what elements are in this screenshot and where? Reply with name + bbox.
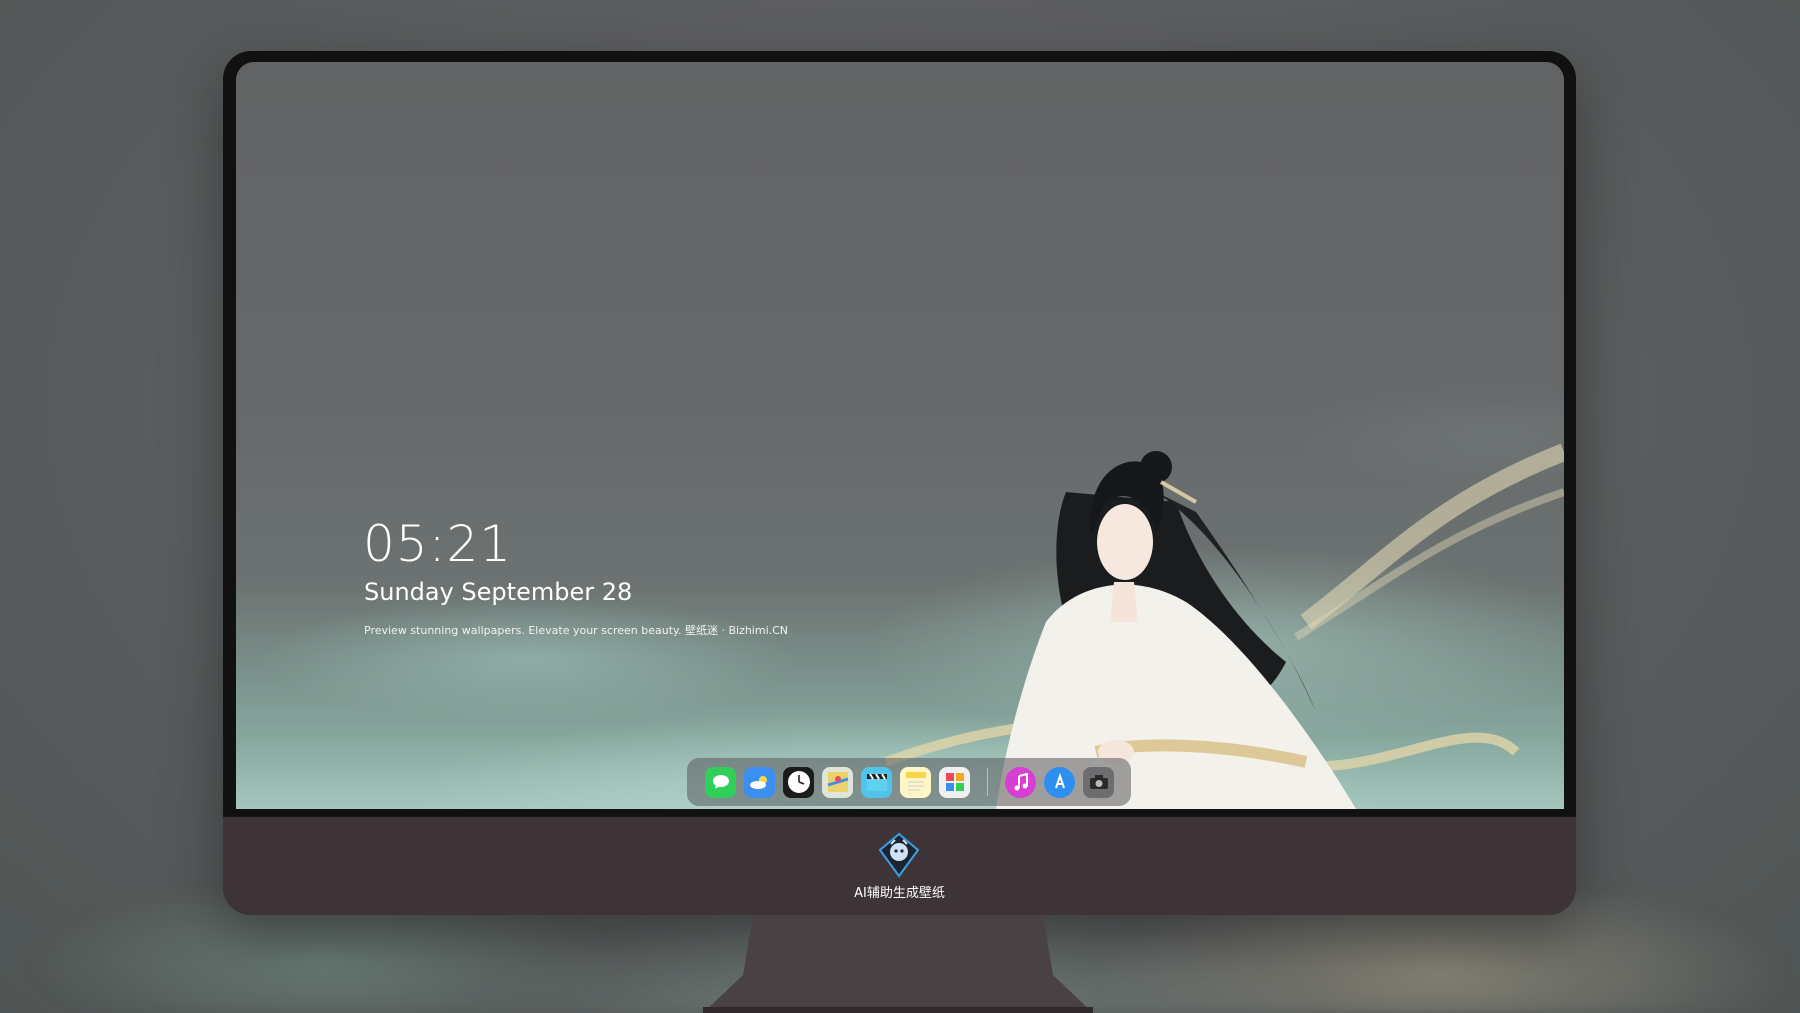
clock-icon[interactable] [783,766,814,798]
music-note-icon[interactable] [1005,766,1036,798]
chat-bubble-icon[interactable] [705,766,736,798]
notes-icon[interactable] [900,766,931,798]
monitor-stand [703,915,1093,1013]
lockscreen-time: 05:21 [363,515,513,573]
cloud-sun-icon[interactable] [744,766,775,798]
photos-icon[interactable] [939,766,970,798]
dock-separator [987,768,988,796]
lockscreen-date: Sunday September 28 [364,578,633,606]
monitor-brand-label: AI辅助生成壁纸 [854,886,945,901]
app-store-icon[interactable] [1044,766,1075,798]
clapperboard-icon[interactable] [861,766,892,798]
map-icon[interactable] [822,766,853,798]
camera-icon[interactable] [1083,766,1114,798]
monitor: 05:21 Sunday September 28 Preview stunni… [223,51,1576,915]
wallpaper-figure [884,443,1564,809]
brand-logo-icon [878,832,920,878]
lockscreen-tagline: Preview stunning wallpapers. Elevate you… [364,624,789,637]
screen: 05:21 Sunday September 28 Preview stunni… [236,62,1564,809]
dock [687,758,1131,806]
